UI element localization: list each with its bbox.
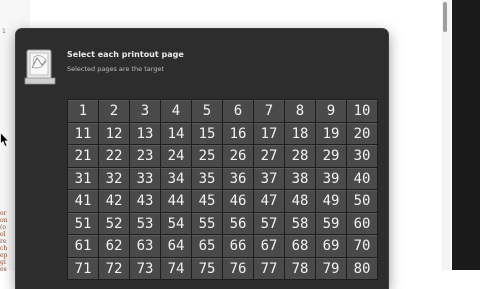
page-cell[interactable]: 72 bbox=[99, 257, 129, 279]
page-cell[interactable]: 48 bbox=[285, 190, 315, 212]
page-cell[interactable]: 25 bbox=[192, 145, 222, 167]
printer-document-icon bbox=[24, 49, 56, 85]
page-cell[interactable]: 12 bbox=[99, 122, 129, 144]
page-cell[interactable]: 30 bbox=[347, 145, 377, 167]
page-cell[interactable]: 22 bbox=[99, 145, 129, 167]
page-cell[interactable]: 40 bbox=[347, 167, 377, 189]
background-text: ol bbox=[0, 231, 6, 238]
page-cell[interactable]: 68 bbox=[285, 235, 315, 257]
page-cell[interactable]: 15 bbox=[192, 122, 222, 144]
page-cell[interactable]: 43 bbox=[130, 190, 160, 212]
background-text: re bbox=[0, 238, 7, 245]
page-cell[interactable]: 66 bbox=[223, 235, 253, 257]
page-cell[interactable]: 32 bbox=[99, 167, 129, 189]
page-cell[interactable]: 53 bbox=[130, 212, 160, 234]
background-text: gi bbox=[0, 259, 6, 266]
page-cell[interactable]: 65 bbox=[192, 235, 222, 257]
page-cell[interactable]: 5 bbox=[192, 100, 222, 122]
background-text: ep bbox=[0, 252, 8, 259]
page-cell[interactable]: 44 bbox=[161, 190, 191, 212]
page-cell[interactable]: 59 bbox=[316, 212, 346, 234]
page-cell[interactable]: 8 bbox=[285, 100, 315, 122]
page-cell[interactable]: 2 bbox=[99, 100, 129, 122]
background-text: (o bbox=[0, 224, 6, 231]
page-cell[interactable]: 10 bbox=[347, 100, 377, 122]
window-edge bbox=[452, 0, 480, 270]
page-cell[interactable]: 46 bbox=[223, 190, 253, 212]
background-text: ch bbox=[0, 245, 8, 252]
page-cell[interactable]: 77 bbox=[254, 257, 284, 279]
page-cell[interactable]: 79 bbox=[316, 257, 346, 279]
page-cell[interactable]: 54 bbox=[161, 212, 191, 234]
page-cell[interactable]: 55 bbox=[192, 212, 222, 234]
page-cell[interactable]: 11 bbox=[68, 122, 98, 144]
page-cell[interactable]: 37 bbox=[254, 167, 284, 189]
page-cell[interactable]: 4 bbox=[161, 100, 191, 122]
page-cell[interactable]: 21 bbox=[68, 145, 98, 167]
page-cell[interactable]: 7 bbox=[254, 100, 284, 122]
page-cell[interactable]: 75 bbox=[192, 257, 222, 279]
page-cell[interactable]: 3 bbox=[130, 100, 160, 122]
page-cell[interactable]: 36 bbox=[223, 167, 253, 189]
page-cell[interactable]: 26 bbox=[223, 145, 253, 167]
page-cell[interactable]: 61 bbox=[68, 235, 98, 257]
page-cell[interactable]: 74 bbox=[161, 257, 191, 279]
page-cell[interactable]: 64 bbox=[161, 235, 191, 257]
page-cell[interactable]: 56 bbox=[223, 212, 253, 234]
page-cell[interactable]: 20 bbox=[347, 122, 377, 144]
page-cell[interactable]: 67 bbox=[254, 235, 284, 257]
background-text: 1 bbox=[2, 28, 6, 35]
page-cell[interactable]: 39 bbox=[316, 167, 346, 189]
page-cell[interactable]: 73 bbox=[130, 257, 160, 279]
page-cell[interactable]: 58 bbox=[285, 212, 315, 234]
page-cell[interactable]: 14 bbox=[161, 122, 191, 144]
page-cell[interactable]: 51 bbox=[68, 212, 98, 234]
page-cell[interactable]: 71 bbox=[68, 257, 98, 279]
page-cell[interactable]: 49 bbox=[316, 190, 346, 212]
page-cell[interactable]: 33 bbox=[130, 167, 160, 189]
page-cell[interactable]: 50 bbox=[347, 190, 377, 212]
page-cell[interactable]: 80 bbox=[347, 257, 377, 279]
page-grid: 1 2 3 4 5 6 7 8 9 10 11 12 13 14 15 16 17 18 19 20 21 22 23 24 2… bbox=[67, 99, 378, 280]
page-cell[interactable]: 18 bbox=[285, 122, 315, 144]
page-cell[interactable]: 27 bbox=[254, 145, 284, 167]
page-cell[interactable]: 29 bbox=[316, 145, 346, 167]
page-cell[interactable]: 13 bbox=[130, 122, 160, 144]
background-text: on bbox=[0, 217, 8, 224]
page-cell[interactable]: 52 bbox=[99, 212, 129, 234]
mouse-pointer-icon bbox=[0, 132, 9, 148]
page-cell[interactable]: 23 bbox=[130, 145, 160, 167]
page-cell[interactable]: 17 bbox=[254, 122, 284, 144]
page-cell[interactable]: 41 bbox=[68, 190, 98, 212]
page-cell[interactable]: 35 bbox=[192, 167, 222, 189]
page-cell[interactable]: 57 bbox=[254, 212, 284, 234]
dialog-title: Select each printout page bbox=[67, 50, 184, 59]
page-cell[interactable]: 1 bbox=[68, 100, 98, 122]
page-cell[interactable]: 70 bbox=[347, 235, 377, 257]
page-cell[interactable]: 47 bbox=[254, 190, 284, 212]
background-text: or bbox=[0, 210, 7, 217]
page-cell[interactable]: 38 bbox=[285, 167, 315, 189]
page-cell[interactable]: 34 bbox=[161, 167, 191, 189]
page-cell[interactable]: 63 bbox=[130, 235, 160, 257]
page-cell[interactable]: 31 bbox=[68, 167, 98, 189]
page-cell[interactable]: 69 bbox=[316, 235, 346, 257]
page-cell[interactable]: 78 bbox=[285, 257, 315, 279]
page-cell[interactable]: 24 bbox=[161, 145, 191, 167]
page-select-dialog: Select each printout page Selected pages… bbox=[16, 29, 388, 289]
page-cell[interactable]: 76 bbox=[223, 257, 253, 279]
page-cell[interactable]: 28 bbox=[285, 145, 315, 167]
page-cell[interactable]: 45 bbox=[192, 190, 222, 212]
dialog-subtitle: Selected pages are the target bbox=[67, 65, 165, 73]
scrollbar-track[interactable] bbox=[442, 0, 451, 270]
scrollbar-thumb[interactable] bbox=[443, 2, 447, 32]
page-cell[interactable]: 9 bbox=[316, 100, 346, 122]
page-cell[interactable]: 62 bbox=[99, 235, 129, 257]
page-cell[interactable]: 6 bbox=[223, 100, 253, 122]
page-cell[interactable]: 60 bbox=[347, 212, 377, 234]
page-cell[interactable]: 19 bbox=[316, 122, 346, 144]
page-cell[interactable]: 16 bbox=[223, 122, 253, 144]
page-cell[interactable]: 42 bbox=[99, 190, 129, 212]
